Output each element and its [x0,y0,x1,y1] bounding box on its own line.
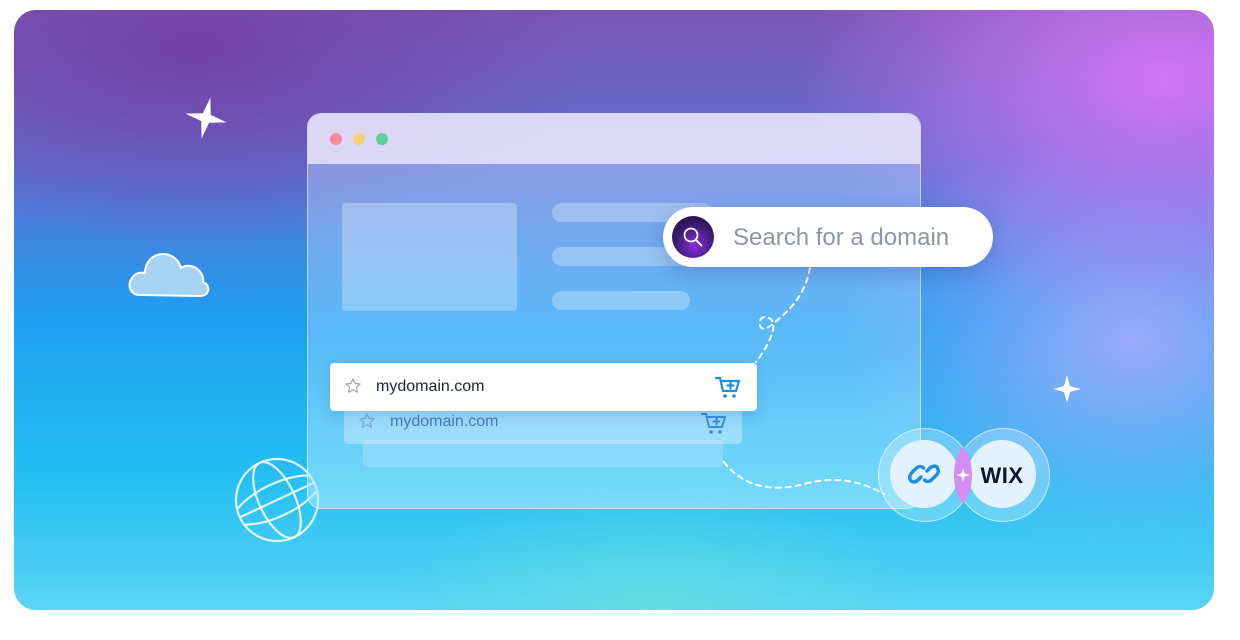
sparkle-icon [954,446,972,504]
link-badge [890,440,958,508]
result-domain: mydomain.com [376,378,485,395]
domain-search-bar[interactable]: Search for a domain [663,207,993,267]
hero-banner: mydomain.com mydomain.com Search for a d… [14,10,1214,610]
search-input[interactable]: Search for a domain [733,224,949,252]
domain-connect-badges: WIX [878,428,1050,522]
result-shadow-card [363,440,723,467]
star-outline-icon[interactable] [358,412,376,430]
add-to-cart-icon[interactable] [715,375,741,399]
add-to-cart-icon[interactable] [701,411,727,435]
search-button[interactable] [672,216,714,258]
magnifier-icon [683,227,703,247]
result-domain: mydomain.com [390,413,499,430]
chain-link-icon [907,464,941,484]
wix-logo: WIX [980,463,1024,488]
result-card[interactable]: mydomain.com [330,363,757,411]
star-outline-icon[interactable] [344,377,362,395]
